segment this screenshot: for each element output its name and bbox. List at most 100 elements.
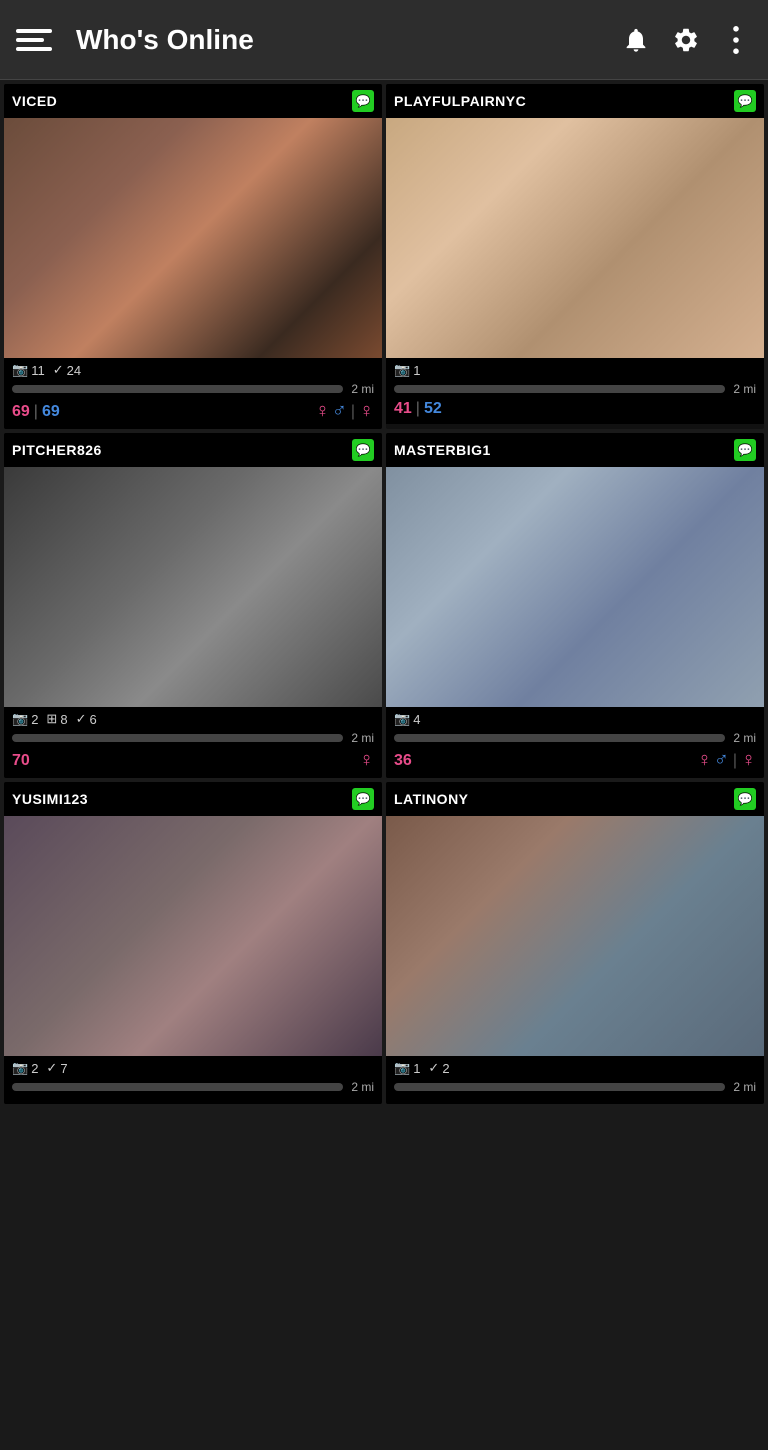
check-icon: ✓ bbox=[53, 362, 64, 378]
menu-button[interactable] bbox=[16, 18, 60, 62]
ages-display: 69 | 69 bbox=[12, 403, 60, 421]
card-header: PITCHER826 bbox=[4, 433, 382, 467]
location-bar bbox=[394, 1083, 725, 1091]
check-count: ✓ 2 bbox=[428, 1060, 449, 1076]
location-bar bbox=[12, 1083, 343, 1091]
username-label: VICED bbox=[12, 93, 57, 109]
distance-label: 2 mi bbox=[733, 731, 756, 745]
users-grid: VICED 📷 11✓ 24 2 mi 69 | 69 ♀♂|♀ bbox=[0, 80, 768, 1108]
ages-display: 41 | 52 bbox=[394, 400, 442, 418]
location-row: 2 mi bbox=[394, 1080, 756, 1094]
photo-count: 📷 4 bbox=[394, 711, 420, 727]
profile-photo bbox=[4, 467, 382, 707]
camera-icon: 📷 bbox=[12, 711, 28, 727]
username-label: LATINONY bbox=[394, 791, 469, 807]
check-count: ✓ 24 bbox=[53, 362, 81, 378]
photo-count: 📷 1 bbox=[394, 1060, 420, 1076]
card-footer: 📷 2✓ 7 2 mi bbox=[4, 1056, 382, 1104]
card-footer: 📷 11✓ 24 2 mi 69 | 69 ♀♂|♀ bbox=[4, 358, 382, 429]
more-options-button[interactable] bbox=[720, 24, 752, 56]
username-label: YUSIMI123 bbox=[12, 791, 88, 807]
ages-display: 70 bbox=[12, 752, 30, 770]
check-count: ✓ 6 bbox=[76, 711, 97, 727]
female-icon: ♀ bbox=[359, 749, 374, 772]
message-button[interactable] bbox=[734, 90, 756, 112]
ages-display: 36 bbox=[394, 752, 412, 770]
camera-icon: 📷 bbox=[394, 711, 410, 727]
stats-row: 📷 11✓ 24 bbox=[12, 362, 374, 378]
stats-row: 📷 2 ⊞ 8 ✓ 6 bbox=[12, 711, 374, 727]
photo-count: 📷 2 bbox=[12, 711, 38, 727]
username-label: MASTERBIG1 bbox=[394, 442, 491, 458]
camera-icon: 📷 bbox=[394, 1060, 410, 1076]
distance-label: 2 mi bbox=[733, 1080, 756, 1094]
message-button[interactable] bbox=[352, 90, 374, 112]
bell-icon bbox=[622, 26, 650, 54]
check-icon: ✓ bbox=[46, 1060, 57, 1076]
location-bar bbox=[12, 734, 343, 742]
username-label: PLAYFULPAIRNYC bbox=[394, 93, 526, 109]
card-latinony[interactable]: LATINONY 📷 1 ✓ 2 2 mi bbox=[386, 782, 764, 1104]
ages-row: 69 | 69 ♀♂|♀ bbox=[12, 400, 374, 423]
card-playfulpairnyc[interactable]: PLAYFULPAIRNYC 📷 1 2 mi 41 | 52 bbox=[386, 84, 764, 429]
profile-photo bbox=[386, 118, 764, 358]
card-header: LATINONY bbox=[386, 782, 764, 816]
profile-photo bbox=[386, 467, 764, 707]
stats-row: 📷 4 bbox=[394, 711, 756, 727]
app-header: Who's Online bbox=[0, 0, 768, 80]
username-label: PITCHER826 bbox=[12, 442, 102, 458]
location-row: 2 mi bbox=[394, 382, 756, 396]
female-icon: ♀ bbox=[741, 749, 756, 772]
grid-icon: ⊞ bbox=[46, 711, 57, 727]
distance-label: 2 mi bbox=[351, 1080, 374, 1094]
page-title: Who's Online bbox=[76, 24, 620, 56]
card-pitcher826[interactable]: PITCHER826 📷 2⊞ 8✓ 6 2 mi 70 ♀ bbox=[4, 433, 382, 778]
camera-icon: 📷 bbox=[12, 362, 28, 378]
age-female: 69 bbox=[12, 403, 30, 421]
male-icon: ♂ bbox=[714, 749, 729, 772]
female-icon: ♀ bbox=[315, 400, 330, 423]
card-yusimi123[interactable]: YUSIMI123 📷 2✓ 7 2 mi bbox=[4, 782, 382, 1104]
location-row: 2 mi bbox=[12, 1080, 374, 1094]
card-header: MASTERBIG1 bbox=[386, 433, 764, 467]
female-icon: ♀ bbox=[359, 400, 374, 423]
age-female: 70 bbox=[12, 752, 30, 770]
location-bar bbox=[394, 734, 725, 742]
card-footer: 📷 1 ✓ 2 2 mi bbox=[386, 1056, 764, 1104]
card-header: VICED bbox=[4, 84, 382, 118]
stats-row: 📷 1 ✓ 2 bbox=[394, 1060, 756, 1076]
age-male: 52 bbox=[424, 400, 442, 418]
settings-button[interactable] bbox=[670, 24, 702, 56]
photo-count: 📷 1 bbox=[394, 362, 420, 378]
ages-row: 41 | 52 bbox=[394, 400, 756, 418]
check-icon: ✓ bbox=[428, 1060, 439, 1076]
card-masterbig1[interactable]: MASTERBIG1 📷 4 2 mi 36 ♀♂|♀ bbox=[386, 433, 764, 778]
distance-label: 2 mi bbox=[351, 382, 374, 396]
message-button[interactable] bbox=[734, 439, 756, 461]
distance-label: 2 mi bbox=[733, 382, 756, 396]
header-actions bbox=[620, 24, 752, 56]
male-icon: ♂ bbox=[332, 400, 347, 423]
camera-icon: 📷 bbox=[394, 362, 410, 378]
ages-row: 36 ♀♂|♀ bbox=[394, 749, 756, 772]
grid-count: ⊞ 8 bbox=[46, 711, 67, 727]
check-icon: ✓ bbox=[76, 711, 87, 727]
age-female: 41 bbox=[394, 400, 412, 418]
card-header: PLAYFULPAIRNYC bbox=[386, 84, 764, 118]
location-bar bbox=[394, 385, 725, 393]
profile-photo bbox=[4, 118, 382, 358]
more-vertical-icon bbox=[731, 26, 741, 54]
location-bar bbox=[12, 385, 343, 393]
message-button[interactable] bbox=[352, 788, 374, 810]
profile-photo bbox=[4, 816, 382, 1056]
female-icon: ♀ bbox=[697, 749, 712, 772]
camera-icon: 📷 bbox=[12, 1060, 28, 1076]
message-button[interactable] bbox=[352, 439, 374, 461]
gender-icons: ♀ bbox=[359, 749, 374, 772]
card-footer: 📷 2⊞ 8✓ 6 2 mi 70 ♀ bbox=[4, 707, 382, 778]
notifications-button[interactable] bbox=[620, 24, 652, 56]
card-footer: 📷 1 2 mi 41 | 52 bbox=[386, 358, 764, 424]
card-viced[interactable]: VICED 📷 11✓ 24 2 mi 69 | 69 ♀♂|♀ bbox=[4, 84, 382, 429]
message-button[interactable] bbox=[734, 788, 756, 810]
profile-photo bbox=[386, 816, 764, 1056]
